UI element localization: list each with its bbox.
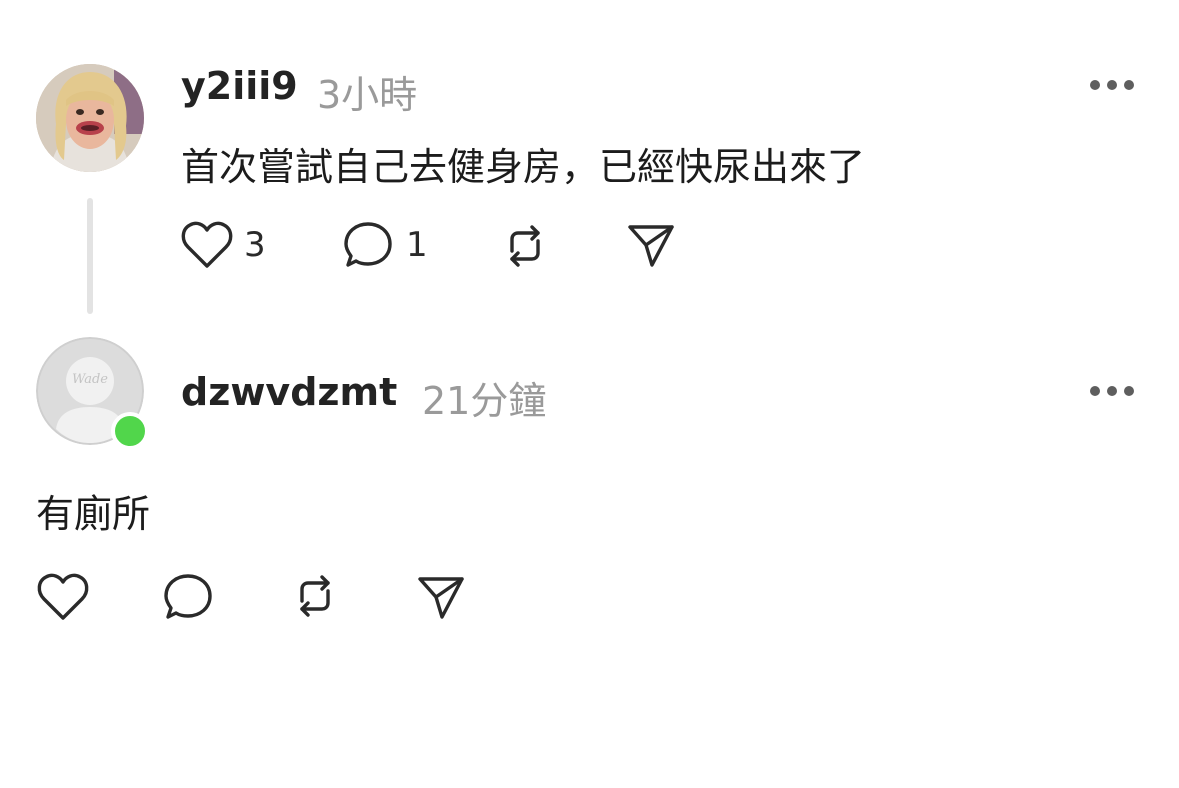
post-time: 3小時 <box>317 73 418 117</box>
share-button[interactable] <box>626 221 676 269</box>
send-icon <box>628 225 674 267</box>
avatar-watermark: Wade <box>72 372 108 387</box>
send-icon <box>418 577 464 619</box>
username[interactable]: dzwvdzmt <box>181 370 397 414</box>
avatar[interactable] <box>36 64 144 172</box>
post-time: 21分鐘 <box>422 379 547 423</box>
username[interactable]: y2iii9 <box>181 64 298 108</box>
post-text: 有廁所 <box>36 492 151 536</box>
thread-connector <box>87 198 93 314</box>
repost-icon <box>300 575 330 617</box>
comment-icon <box>344 222 392 267</box>
reply-count: 1 <box>406 225 428 265</box>
more-dots-icon[interactable] <box>1090 75 1134 95</box>
reply-button[interactable]: 1 <box>344 220 428 270</box>
heart-icon <box>37 573 89 620</box>
more-dots-icon[interactable] <box>1090 381 1134 401</box>
comment-icon <box>164 574 212 619</box>
post-text: 首次嘗試自己去健身房，已經快尿出來了 <box>181 145 866 189</box>
girl-face-avatar-icon <box>36 64 144 172</box>
heart-icon <box>181 221 233 268</box>
like-button[interactable]: 3 <box>180 220 266 270</box>
repost-button[interactable] <box>500 221 550 271</box>
like-button[interactable] <box>36 572 90 622</box>
online-status-badge <box>111 412 149 450</box>
reply-button[interactable] <box>164 572 216 622</box>
like-count: 3 <box>244 225 266 265</box>
repost-button[interactable] <box>290 571 340 621</box>
share-button[interactable] <box>416 573 466 621</box>
repost-icon <box>510 225 540 267</box>
